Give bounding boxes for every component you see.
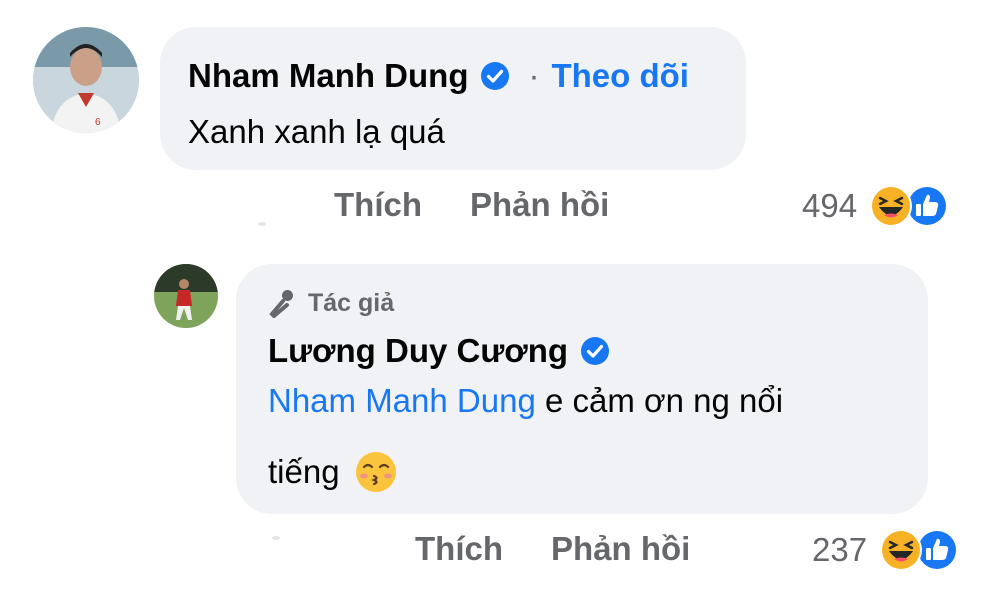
follow-link[interactable]: Theo dõi bbox=[551, 57, 688, 95]
avatar-photo bbox=[154, 264, 218, 328]
separator-dot bbox=[258, 222, 266, 226]
reply-text: e cảm ơn ng nổi bbox=[535, 382, 784, 419]
haha-icon bbox=[870, 185, 913, 227]
verified-badge-icon bbox=[581, 337, 610, 365]
separator-dot bbox=[272, 536, 280, 540]
avatar-luong-duy-cuong[interactable] bbox=[154, 264, 218, 328]
reply-text-line1: Nham Manh Dung e cảm ơn ng nổi bbox=[268, 382, 783, 420]
reaction-count: 237 bbox=[812, 531, 868, 568]
reply-button[interactable]: Phản hồi bbox=[551, 530, 690, 568]
verified-badge-icon bbox=[481, 62, 510, 90]
reply-bubble: Tác giả Lương Duy Cương Nham Manh Dung e… bbox=[236, 264, 928, 514]
avatar-photo: 6 bbox=[33, 27, 139, 133]
separator-dot: · bbox=[528, 57, 540, 94]
reaction-summary[interactable]: 237 bbox=[812, 528, 959, 572]
mention-link[interactable]: Nham Manh Dung bbox=[268, 382, 536, 419]
like-button[interactable]: Thích bbox=[334, 186, 422, 224]
reply-text-line2: tiếng bbox=[268, 450, 398, 494]
comment-author-row: Nham Manh Dung · Theo dõi bbox=[188, 57, 689, 95]
reaction-count: 494 bbox=[802, 187, 858, 224]
reply-actions: Thích Phản hồi bbox=[415, 530, 738, 568]
reply-button[interactable]: Phản hồi bbox=[470, 186, 609, 224]
reaction-summary[interactable]: 494 bbox=[802, 184, 949, 228]
comment-author-name[interactable]: Nham Manh Dung bbox=[188, 57, 468, 95]
comment-bubble: Nham Manh Dung · Theo dõi Xanh xanh lạ q… bbox=[160, 27, 746, 170]
microphone-icon bbox=[269, 290, 293, 318]
comment-text: Xanh xanh lạ quá bbox=[188, 113, 445, 150]
comment-actions: Thích Phản hồi bbox=[334, 186, 657, 224]
reply-author-row: Lương Duy Cương bbox=[268, 332, 610, 370]
avatar-nham-manh-dung[interactable]: 6 bbox=[33, 27, 139, 133]
haha-icon bbox=[880, 529, 923, 571]
kissing-face-icon bbox=[355, 452, 396, 492]
author-badge-label: Tác giả bbox=[308, 288, 395, 317]
author-badge: Tác giả bbox=[268, 288, 394, 318]
reply-text-end: tiếng bbox=[268, 453, 340, 490]
reply-author-name[interactable]: Lương Duy Cương bbox=[268, 332, 568, 370]
like-button[interactable]: Thích bbox=[415, 530, 503, 568]
svg-text:6: 6 bbox=[95, 117, 101, 128]
